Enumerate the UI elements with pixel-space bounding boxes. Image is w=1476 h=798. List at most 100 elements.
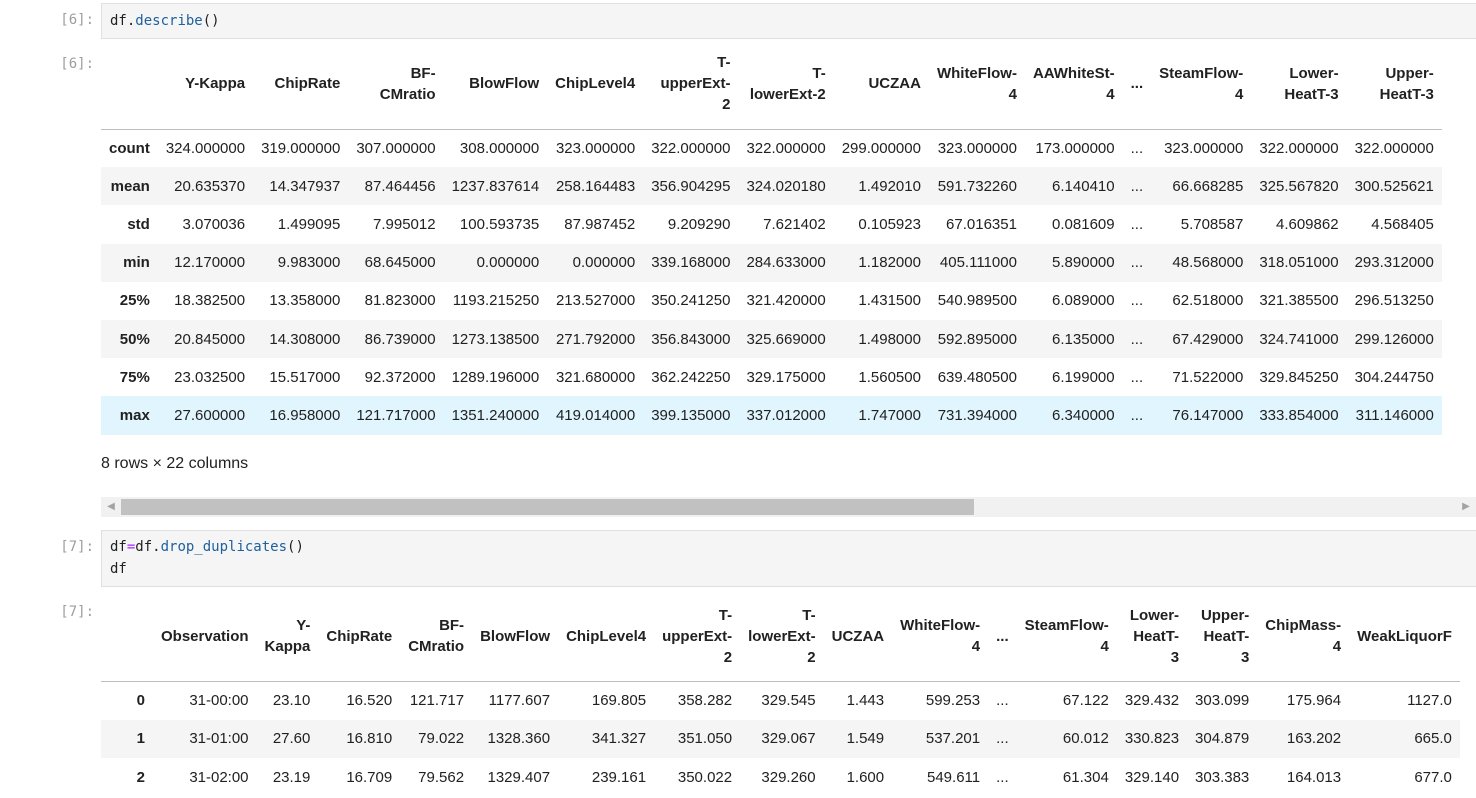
table-cell: 324.741000 [1259,330,1339,348]
table-cell: 592.895000 [937,330,1017,348]
column-header-line: HeatT-3 [1379,85,1434,103]
column-header-line: 4 [1106,85,1115,103]
column-header: T-upperExt- 2 [654,592,740,681]
column-header-line: SteamFlow- [1159,64,1244,82]
table-cell: 329.432 [1124,692,1180,709]
column-header: Upper- HeatT- 3 [1187,592,1257,681]
dataframe-output: Observation Y- Kappa ChipRate BF- CMratio Blow… [101,592,1476,798]
column-header-line: ... [996,627,1009,645]
table-cell: 639.480500 [937,368,1017,386]
table-cell: 293.312000 [1354,254,1434,272]
column-header-line: 2 [722,96,731,114]
code-var: df [110,13,127,29]
column-header-line: upperExt- [660,75,731,93]
column-header-line: CMratio [379,85,436,103]
horizontal-scrollbar[interactable]: ◀ ▶ [101,497,1476,517]
column-header: Observation [153,592,257,681]
column-header-line: 4 [971,638,981,656]
table-cell: 9.209290 [667,215,731,233]
row-index-label: min [123,254,150,272]
table-cell: 325.567820 [1259,177,1339,195]
table-cell: 66.668285 [1172,177,1244,195]
table-cell: 540.989500 [937,292,1017,310]
table-cell: 23.10 [272,692,311,709]
scroll-right-arrow-icon[interactable]: ▶ [1456,497,1476,517]
table-cell: 67.122 [1062,692,1109,709]
table-cell: 599.253 [925,692,981,709]
table-cell: 329.175000 [746,368,826,386]
table-cell: ... [996,768,1009,786]
table-cell: ... [1130,406,1144,424]
table-cell: 14.347937 [269,177,341,195]
table-cell: 16.709 [346,768,393,786]
table-cell: 4.568405 [1371,215,1434,233]
column-header: ChipRate [318,592,400,681]
code-method: drop_duplicates [160,539,288,555]
code-lhs: df [110,539,127,555]
table-cell: 358.282 [677,692,733,709]
cell-6-code-editor[interactable]: df.describe() [101,3,1476,39]
row-index-label: 50% [119,330,150,348]
column-header: ChipLevel4 [558,592,654,681]
table-cell: ... [1130,177,1144,195]
table-cell: 27.60 [272,730,311,748]
column-header-line: 4 [1332,638,1342,656]
index-header [101,592,153,681]
table-row: 75% 23.032500 15.517000 92.372000 1289.19600… [101,358,1442,396]
column-header-line: ChipLevel4 [555,75,636,93]
column-header: ChipLevel4 [547,39,643,129]
column-header-line: BlowFlow [480,627,551,645]
column-header-line: WhiteFlow- [936,64,1017,82]
row-index-label: 25% [119,292,150,310]
column-header-line: AAWhiteSt- [1032,64,1115,82]
table-cell: 81.823000 [364,292,436,310]
table-cell: 6.089000 [1052,292,1115,310]
table-cell: 1351.240000 [451,406,540,424]
table-cell: 311.146000 [1355,406,1434,424]
column-header-line: 4 [1008,85,1017,103]
scrollbar-thumb[interactable] [121,499,974,515]
column-header-line: 3 [1240,648,1250,666]
table-cell: ... [1130,254,1144,272]
table-row: std 3.070036 1.499095 7.995012 100.593735 87.… [101,205,1442,243]
table-cell: 31-02:00 [189,768,249,786]
column-header-line: BF- [410,64,436,82]
table-cell: 1177.607 [488,692,551,709]
table-cell: ... [996,692,1009,709]
table-cell: 307.000000 [356,139,436,157]
scroll-left-arrow-icon[interactable]: ◀ [101,497,121,517]
table-cell: 323.000000 [555,139,636,157]
table-cell: 14.308000 [269,330,341,348]
table-cell: 9.983000 [277,254,341,272]
column-header-line: Upper- [1385,64,1434,82]
table-cell: 1.182000 [858,254,921,272]
column-header: BF- CMratio [400,592,472,681]
table-cell: 0.105923 [858,215,921,233]
table-cell: 356.843000 [651,330,731,348]
column-header-line: 4 [1100,638,1109,656]
column-header: SteamFlow- 4 [1017,592,1117,681]
table-cell: 61.304 [1062,768,1109,786]
column-header-line: HeatT- [1203,627,1250,645]
column-header: Y- Kappa [257,592,319,681]
table-cell: 23.19 [272,768,311,786]
table-cell: 16.958000 [269,406,341,424]
column-header-line: ChipRate [326,627,393,645]
table-cell: 15.517000 [269,368,341,386]
table-cell: 121.717 [409,692,465,709]
column-header-line: UCZAA [868,75,921,93]
cell-7-code-editor[interactable]: df=df.drop_duplicates() df [101,530,1476,587]
row-index-label: max [119,406,150,424]
code-method: describe [135,13,203,29]
column-header: Lower- HeatT-3 [1251,39,1346,129]
table-cell: 284.633000 [746,254,826,272]
table-cell: 6.340000 [1052,406,1115,424]
table-cell: 62.518000 [1172,292,1244,310]
code-line-1: df=df.drop_duplicates() [110,536,1468,558]
table-cell: 350.241250 [651,292,731,310]
table-cell: ... [1130,368,1144,386]
table-row: 1 31-01:00 27.60 16.810 79.022 1328.360 341.32… [101,719,1460,758]
row-index-label: 75% [119,368,150,386]
table-cell: 296.513250 [1354,292,1434,310]
column-header: ... [1123,39,1152,129]
